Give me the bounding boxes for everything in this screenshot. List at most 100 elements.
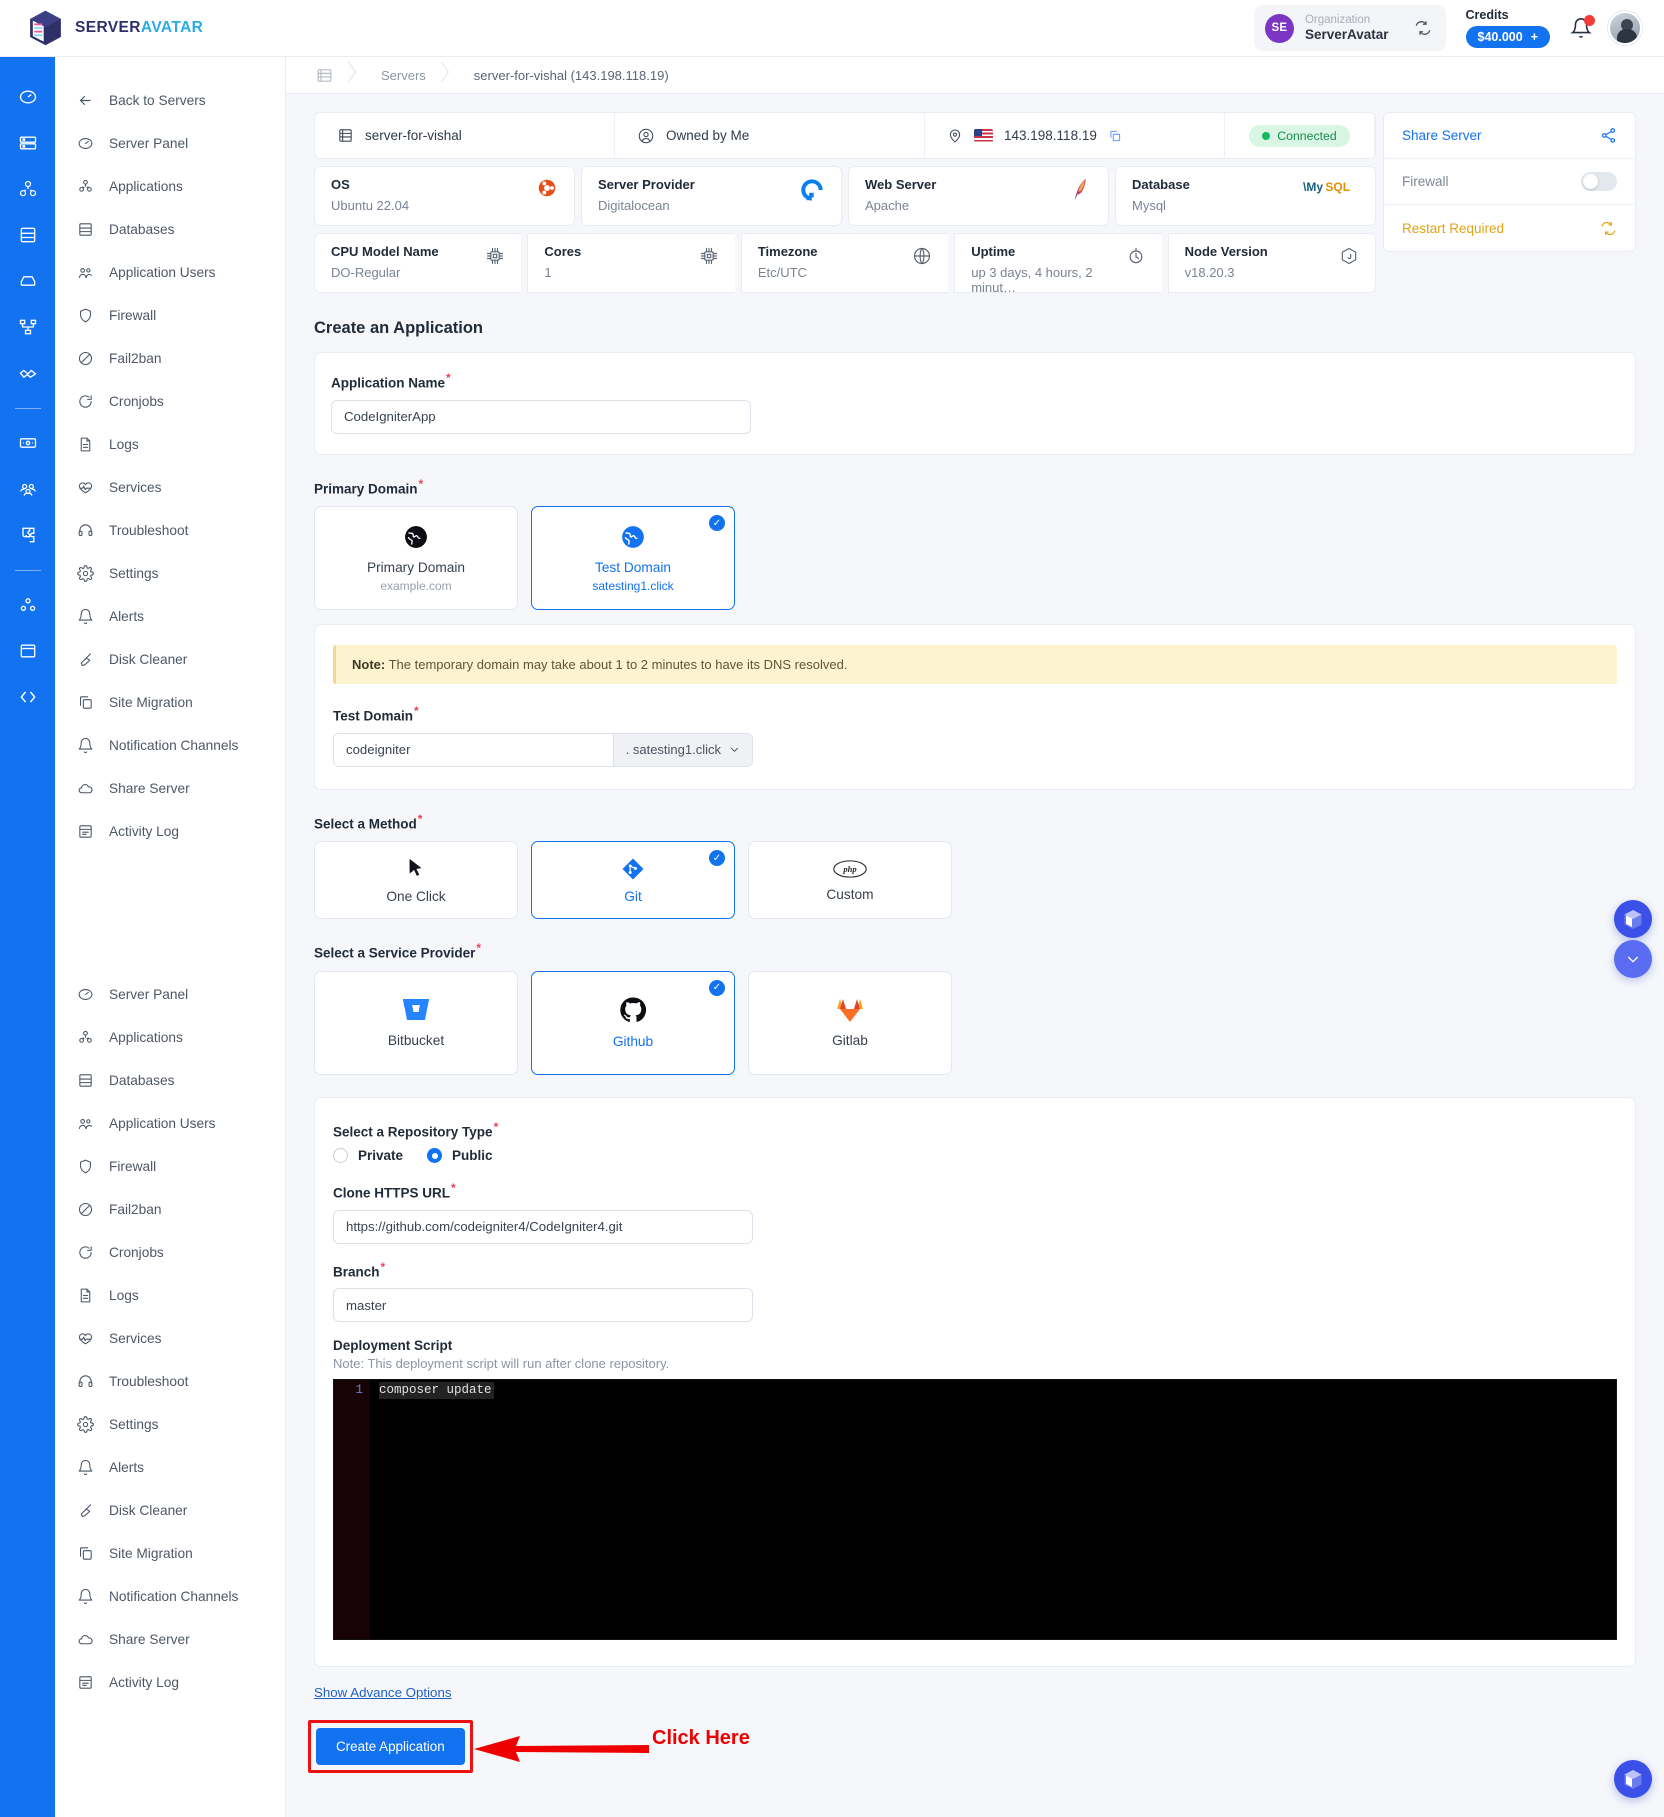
sidebar-item-alerts[interactable]: Alerts	[55, 1446, 285, 1489]
breadcrumb-home[interactable]	[294, 57, 359, 94]
application-name-input[interactable]	[331, 400, 751, 434]
editor-code-area[interactable]: composer update	[370, 1380, 1616, 1639]
sidebar-item-fail2ban[interactable]: Fail2ban	[55, 1188, 285, 1231]
sidebar-item-firewall[interactable]: Firewall	[55, 294, 285, 337]
support-widget-button[interactable]	[1614, 900, 1652, 938]
restart-required-row[interactable]: Restart Required	[1384, 205, 1635, 251]
team-icon[interactable]	[8, 469, 48, 509]
sidebar-item-disk-cleaner[interactable]: Disk Cleaner	[55, 1489, 285, 1532]
integrations-icon[interactable]	[8, 515, 48, 555]
tile-test-domain[interactable]: ✓Test Domainsatesting1.click	[531, 506, 735, 610]
sidebar-item-applications[interactable]: Applications	[55, 1016, 285, 1059]
tile-one-click[interactable]: One Click	[314, 841, 518, 919]
sidebar-item-services[interactable]: Services	[55, 466, 285, 509]
brand-logo[interactable]: SERVERAVATAR	[27, 9, 203, 47]
notification-bell-icon[interactable]	[1570, 17, 1592, 39]
storage-icon[interactable]	[8, 261, 48, 301]
branch-input[interactable]	[333, 1288, 753, 1322]
sidebar-item-settings[interactable]: Settings	[55, 1403, 285, 1446]
credits-button[interactable]: $40.000 +	[1466, 26, 1551, 48]
shield-icon	[77, 1158, 94, 1175]
clone-url-input[interactable]	[333, 1210, 753, 1244]
network-icon[interactable]	[8, 307, 48, 347]
sidebar-item-server-panel[interactable]: Server Panel	[55, 973, 285, 1016]
sidebar-item-label: Services	[109, 480, 161, 495]
sidebar-item-settings[interactable]: Settings	[55, 552, 285, 595]
sidebar-item-site-migration[interactable]: Site Migration	[55, 1532, 285, 1575]
sidebar-item-alerts[interactable]: Alerts	[55, 595, 285, 638]
deployment-script-editor[interactable]: 1 composer update	[333, 1379, 1617, 1640]
sidebar-item-application-users[interactable]: Application Users	[55, 1102, 285, 1145]
sidebar-item-fail2ban[interactable]: Fail2ban	[55, 337, 285, 380]
stat-key: Cores	[544, 244, 581, 259]
dashboard-icon[interactable]	[8, 77, 48, 117]
organization-switcher[interactable]: SE Organization ServerAvatar	[1254, 5, 1446, 51]
sidebar-item-troubleshoot[interactable]: Troubleshoot	[55, 1360, 285, 1403]
radio-public[interactable]	[427, 1148, 442, 1163]
globe-icon	[912, 246, 932, 271]
sidebar-item-logs[interactable]: Logs	[55, 423, 285, 466]
tile-gitlab[interactable]: Gitlab	[748, 971, 952, 1075]
method-tiles: One Click✓GitphpCustom	[314, 841, 1636, 919]
breadcrumb-item-servers[interactable]: Servers	[359, 57, 452, 94]
sidebar-item-logs[interactable]: Logs	[55, 1274, 285, 1317]
servers-icon[interactable]	[8, 123, 48, 163]
billing-icon[interactable]	[8, 423, 48, 463]
organization-name: ServerAvatar	[1305, 27, 1389, 43]
headset-icon	[77, 1373, 94, 1390]
sidebar-item-label: Cronjobs	[109, 394, 164, 409]
sidebar-item-application-users[interactable]: Application Users	[55, 251, 285, 294]
applications-icon[interactable]	[8, 169, 48, 209]
firewall-row[interactable]: Firewall	[1384, 159, 1635, 205]
copy-icon[interactable]	[1108, 129, 1122, 143]
sidebar-item-disk-cleaner[interactable]: Disk Cleaner	[55, 638, 285, 681]
sidebar-item-server-panel[interactable]: Server Panel	[55, 122, 285, 165]
sidebar-item-cronjobs[interactable]: Cronjobs	[55, 1231, 285, 1274]
tile-github[interactable]: ✓Github	[531, 971, 735, 1075]
nodes-icon[interactable]	[8, 585, 48, 625]
firewall-toggle[interactable]	[1581, 172, 1617, 191]
sidebar-item-databases[interactable]: Databases	[55, 208, 285, 251]
log-icon	[76, 822, 95, 841]
databases-icon[interactable]	[8, 215, 48, 255]
tile-bitbucket[interactable]: Bitbucket	[314, 971, 518, 1075]
sidebar-item-back-to-servers[interactable]: Back to Servers	[55, 79, 285, 122]
support-widget-bottom-button[interactable]	[1614, 1760, 1652, 1798]
sidebar-item-databases[interactable]: Databases	[55, 1059, 285, 1102]
clone-url-label: Clone HTTPS URL*	[333, 1181, 1617, 1201]
sidebar-item-share-server[interactable]: Share Server	[55, 767, 285, 810]
stat-value: Ubuntu 22.04	[331, 198, 409, 213]
avatar[interactable]	[1608, 11, 1642, 45]
support-widget-secondary-button[interactable]	[1614, 940, 1652, 978]
sidebar-item-firewall[interactable]: Firewall	[55, 1145, 285, 1188]
test-domain-input[interactable]	[334, 734, 613, 766]
share-server-row[interactable]: Share Server	[1384, 113, 1635, 159]
radio-private[interactable]	[333, 1148, 348, 1163]
breadcrumb: Servers server-for-vishal (143.198.118.1…	[286, 57, 1664, 94]
sidebar-item-label: Share Server	[109, 1632, 190, 1647]
tile-git[interactable]: ✓Git	[531, 841, 735, 919]
sidebar-item-troubleshoot[interactable]: Troubleshoot	[55, 509, 285, 552]
sidebar-item-cronjobs[interactable]: Cronjobs	[55, 380, 285, 423]
sidebar-item-applications[interactable]: Applications	[55, 165, 285, 208]
stat-value: Mysql	[1132, 198, 1190, 213]
users-icon	[76, 1114, 95, 1133]
sidebar-item-services[interactable]: Services	[55, 1317, 285, 1360]
share-cloud-icon	[77, 780, 94, 797]
sidebar-item-activity-log[interactable]: Activity Log	[55, 810, 285, 853]
code-icon[interactable]	[8, 677, 48, 717]
sidebar-item-site-migration[interactable]: Site Migration	[55, 681, 285, 724]
create-application-button[interactable]: Create Application	[316, 1728, 465, 1765]
sidebar-item-notification-channels[interactable]: Notification Channels	[55, 1575, 285, 1618]
window-icon[interactable]	[8, 631, 48, 671]
partners-icon[interactable]	[8, 353, 48, 393]
sidebar-item-notification-channels[interactable]: Notification Channels	[55, 724, 285, 767]
top-bar: SERVERAVATAR SE Organization ServerAvata…	[0, 0, 1664, 57]
tile-primary-domain[interactable]: Primary Domainexample.com	[314, 506, 518, 610]
sidebar-item-share-server[interactable]: Share Server	[55, 1618, 285, 1661]
show-advance-options-link[interactable]: Show Advance Options	[314, 1685, 452, 1700]
sidebar-item-activity-log[interactable]: Activity Log	[55, 1661, 285, 1704]
tile-custom[interactable]: phpCustom	[748, 841, 952, 919]
test-domain-suffix-select[interactable]: . satesting1.click	[613, 734, 752, 766]
refresh-icon[interactable]	[1414, 19, 1432, 37]
